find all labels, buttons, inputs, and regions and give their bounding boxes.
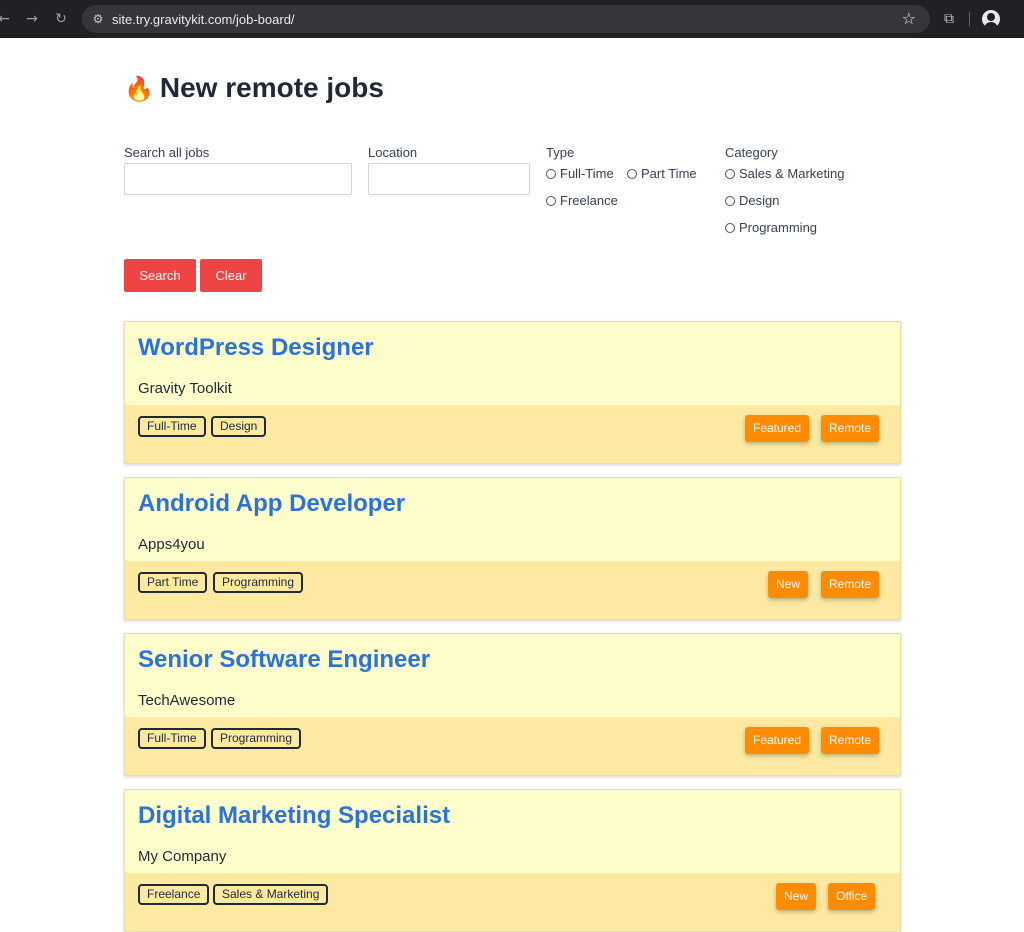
page-title-text: New remote jobs — [159, 72, 384, 103]
job-card[interactable]: Senior Software Engineer TechAwesome Ful… — [124, 633, 901, 776]
search-input[interactable] — [124, 163, 352, 195]
remote-badge: Remote — [821, 415, 880, 442]
radio-circle[interactable] — [725, 222, 735, 233]
job-category-tag: Programming — [211, 728, 302, 749]
search-all-jobs-label: Search all jobs — [124, 145, 210, 160]
type-radio-part-time[interactable]: Part Time — [627, 166, 697, 181]
job-title-link[interactable]: Android App Developer — [138, 490, 405, 518]
job-type-tag: Full-Time — [138, 728, 206, 749]
company-name: Gravity Toolkit — [138, 380, 232, 397]
job-category-tag: Sales & Marketing — [213, 884, 329, 905]
featured-badge: Featured — [745, 727, 810, 754]
location-input[interactable] — [368, 163, 530, 195]
job-type-tag: Full-Time — [138, 416, 206, 437]
job-type-tag: Part Time — [138, 572, 208, 593]
radio-circle[interactable] — [725, 195, 735, 206]
location-label: Location — [368, 145, 418, 160]
fire-icon: 🔥 — [124, 75, 154, 103]
category-radio-sales-marketing[interactable]: Sales & Marketing — [725, 166, 845, 181]
new-badge: New — [776, 883, 817, 910]
category-radio-programming[interactable]: Programming — [725, 220, 817, 235]
radio-circle[interactable] — [627, 168, 637, 179]
job-title-link[interactable]: Digital Marketing Specialist — [138, 802, 450, 830]
job-category-tag: Design — [211, 416, 267, 437]
browser-toolbar: ← → ↻ ⚙ site.try.gravitykit.com/job-boar… — [0, 0, 1024, 38]
search-button[interactable]: Search — [124, 259, 196, 292]
job-card-footer: Full-Time Programming Featured Remote — [125, 717, 900, 775]
job-type-tag: Freelance — [138, 884, 210, 905]
type-radio-full-time[interactable]: Full-Time — [546, 166, 614, 181]
radio-circle[interactable] — [546, 168, 556, 179]
job-card[interactable]: WordPress Designer Gravity Toolkit Full-… — [124, 321, 901, 464]
remote-badge: Remote — [821, 571, 880, 598]
company-name: TechAwesome — [138, 692, 236, 709]
featured-badge: Featured — [745, 415, 810, 442]
company-name: My Company — [138, 848, 227, 865]
reload-icon[interactable]: ↻ — [53, 11, 69, 27]
profile-avatar-icon[interactable] — [982, 10, 1000, 28]
type-label: Type — [546, 145, 575, 160]
extensions-icon[interactable]: ⧉ — [940, 10, 958, 28]
forward-arrow-icon[interactable]: → — [24, 11, 40, 27]
job-card-footer: Freelance Sales & Marketing New Office — [125, 873, 900, 931]
new-badge: New — [768, 571, 809, 598]
company-name: Apps4you — [138, 536, 205, 553]
clear-button[interactable]: Clear — [200, 259, 262, 292]
site-info-icon[interactable]: ⚙ — [90, 11, 106, 27]
category-radio-design[interactable]: Design — [725, 193, 779, 208]
job-card[interactable]: Digital Marketing Specialist My Company … — [124, 789, 901, 932]
back-arrow-icon[interactable]: ← — [0, 11, 12, 27]
job-card-footer: Full-Time Design Featured Remote — [125, 405, 900, 463]
radio-circle[interactable] — [546, 195, 556, 206]
job-card[interactable]: Android App Developer Apps4you Part Time… — [124, 477, 901, 620]
type-radio-freelance[interactable]: Freelance — [546, 193, 618, 208]
category-label: Category — [725, 145, 778, 160]
url-text[interactable]: site.try.gravitykit.com/job-board/ — [112, 12, 295, 27]
job-title-link[interactable]: WordPress Designer — [138, 334, 374, 362]
page-title: 🔥 New remote jobs — [124, 72, 384, 104]
office-badge: Office — [828, 883, 876, 910]
job-title-link[interactable]: Senior Software Engineer — [138, 646, 430, 674]
job-card-footer: Part Time Programming New Remote — [125, 561, 900, 619]
address-bar[interactable]: ⚙ site.try.gravitykit.com/job-board/ ☆ — [82, 5, 930, 33]
bookmark-star-icon[interactable]: ☆ — [902, 9, 916, 28]
radio-circle[interactable] — [725, 168, 735, 179]
toolbar-divider — [969, 12, 970, 26]
remote-badge: Remote — [821, 727, 880, 754]
job-category-tag: Programming — [213, 572, 304, 593]
